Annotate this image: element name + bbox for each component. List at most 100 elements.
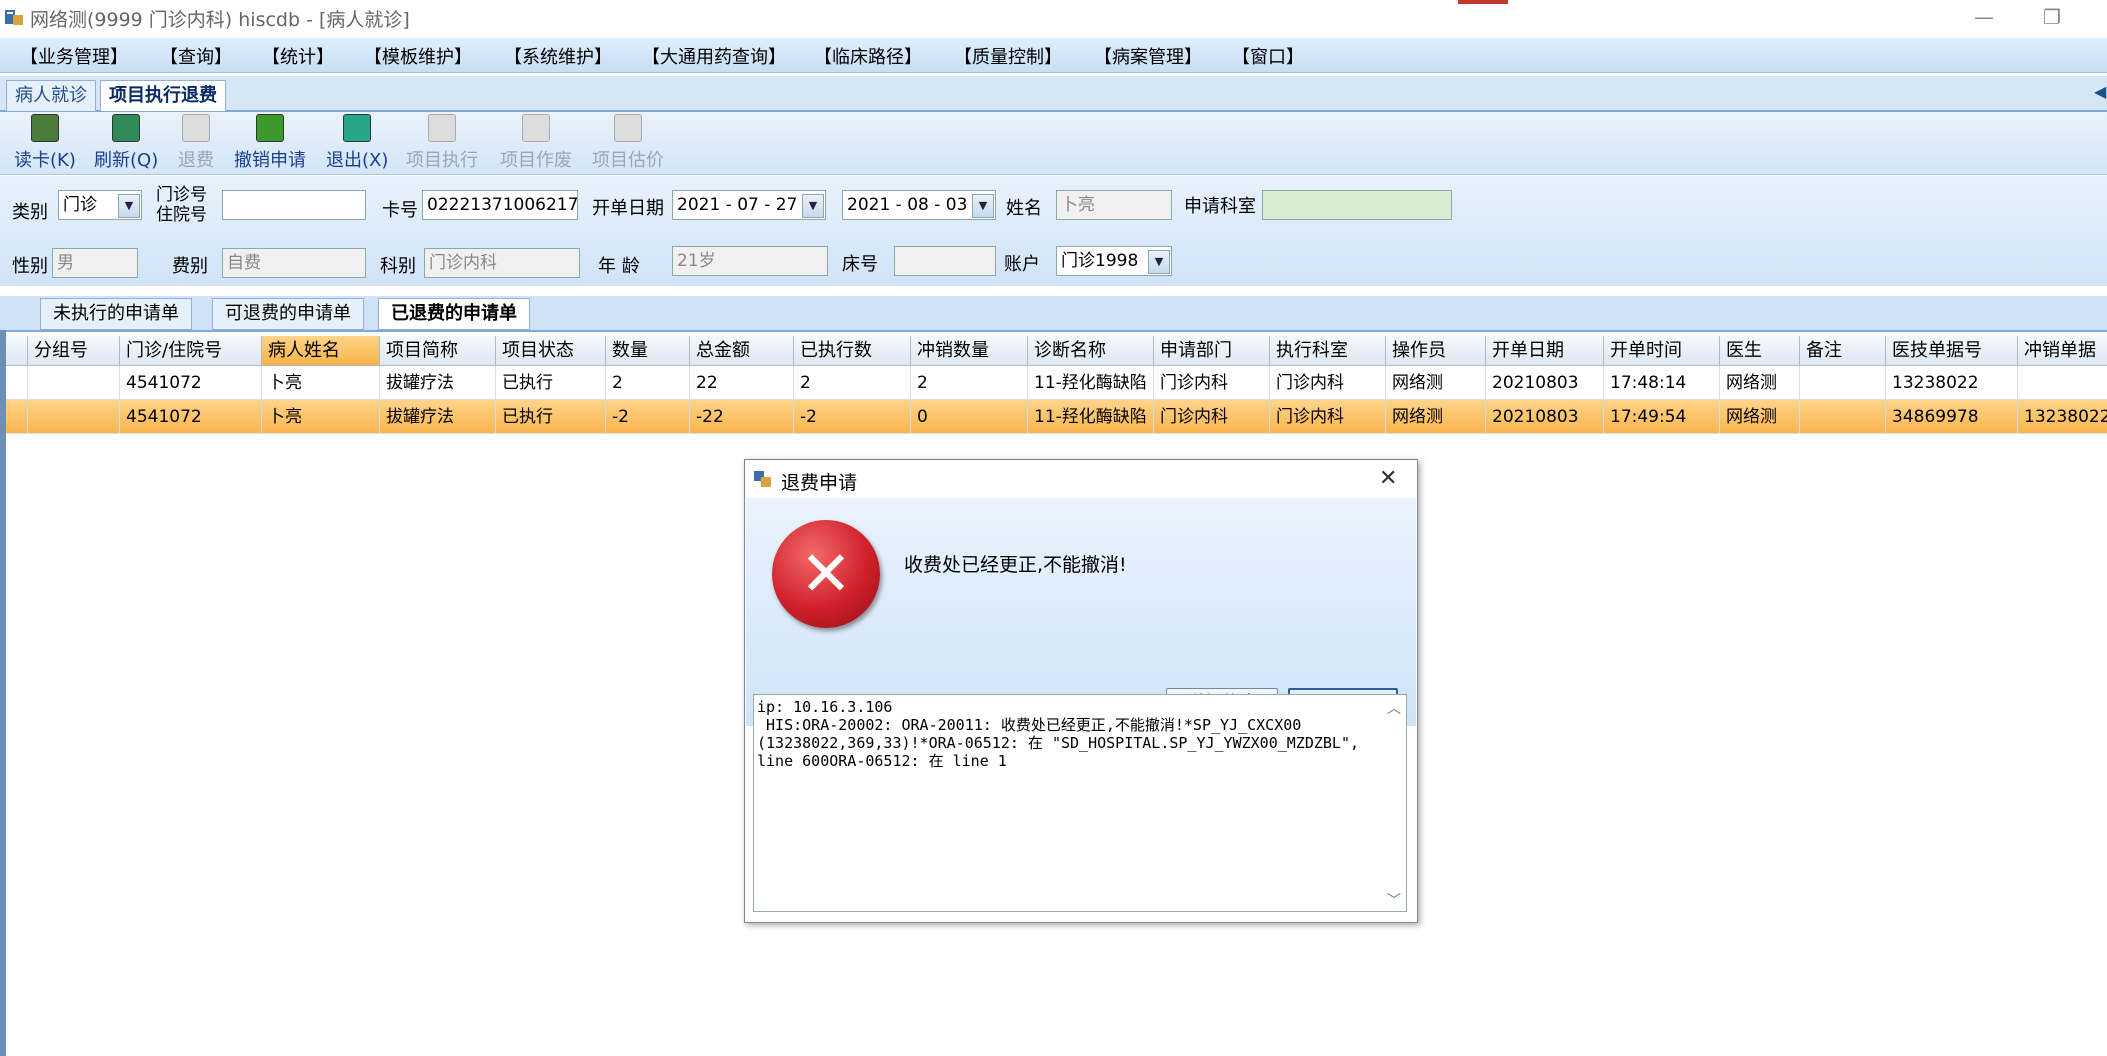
col-header-total-amount[interactable]: 总金额 xyxy=(690,336,794,366)
cell-patient-name[interactable]: 卜亮 xyxy=(262,366,380,400)
col-header-reversal-bill-no[interactable]: 冲销单据 xyxy=(2018,336,2107,366)
row-header[interactable] xyxy=(6,400,28,434)
chevron-down-icon[interactable]: ▼ xyxy=(1148,250,1170,274)
minimize-button[interactable]: — xyxy=(1964,2,2004,32)
tab-patient-visit[interactable]: 病人就诊 xyxy=(6,80,96,111)
tab-scroll-left-icon[interactable]: ◀ xyxy=(2094,82,2106,101)
cell-operator[interactable]: 网络测 xyxy=(1386,366,1486,400)
cell-total-amount[interactable]: 22 xyxy=(690,366,794,400)
cell-group-no[interactable] xyxy=(28,366,120,400)
cell-group-no[interactable] xyxy=(28,400,120,434)
execute-item-button[interactable]: 项目执行 xyxy=(406,114,478,172)
table-row[interactable]: 4541072 卜亮 拔罐疗法 已执行 2 22 2 2 11-羟化酶缺陷 门诊内科 门诊内科 网络测… xyxy=(6,366,2107,400)
cell-order-time[interactable]: 17:49:54 xyxy=(1604,400,1720,434)
chevron-down-icon[interactable]: ▼ xyxy=(972,194,994,218)
close-icon[interactable]: ✕ xyxy=(1379,466,1397,491)
col-header-order-date[interactable]: 开单日期 xyxy=(1486,336,1604,366)
col-header-visit-no[interactable]: 门诊/住院号 xyxy=(120,336,262,366)
cell-exec-dept[interactable]: 门诊内科 xyxy=(1270,366,1386,400)
tab-unexecuted-requests[interactable]: 未执行的申请单 xyxy=(40,298,192,330)
col-header-operator[interactable]: 操作员 xyxy=(1386,336,1486,366)
restore-button[interactable]: ❐ xyxy=(2032,2,2072,32)
apply-dept-input[interactable] xyxy=(1262,190,1452,220)
cell-remark[interactable] xyxy=(1800,400,1886,434)
cell-medtech-bill-no[interactable]: 34869978 xyxy=(1886,400,2018,434)
cell-quantity[interactable]: 2 xyxy=(606,366,690,400)
col-header-patient-name[interactable]: 病人姓名 xyxy=(262,336,380,366)
col-header-executed-count[interactable]: 已执行数 xyxy=(794,336,911,366)
col-header-doctor[interactable]: 医生 xyxy=(1720,336,1800,366)
tab-refundable-requests[interactable]: 可退费的申请单 xyxy=(212,298,364,330)
cell-visit-no[interactable]: 4541072 xyxy=(120,366,262,400)
cell-visit-no[interactable]: 4541072 xyxy=(120,400,262,434)
cell-order-date[interactable]: 20210803 xyxy=(1486,366,1604,400)
row-header[interactable] xyxy=(6,366,28,400)
revoke-request-button[interactable]: 撤销申请 xyxy=(234,114,306,172)
cell-reversal-count[interactable]: 0 xyxy=(911,400,1028,434)
estimate-item-button[interactable]: 项目估价 xyxy=(592,114,664,172)
menu-business[interactable]: 【业务管理】 xyxy=(20,43,128,69)
cell-executed-count[interactable]: 2 xyxy=(794,366,911,400)
date-to-picker[interactable]: 2021 - 08 - 03 ▼ xyxy=(842,190,996,220)
menu-query[interactable]: 【查询】 xyxy=(160,43,232,69)
exit-button[interactable]: 退出(X) xyxy=(326,114,388,172)
menu-drug-query[interactable]: 【大通用药查询】 xyxy=(642,43,786,69)
cell-reversal-bill-no[interactable] xyxy=(2018,366,2107,400)
cell-executed-count[interactable]: -2 xyxy=(794,400,911,434)
cell-operator[interactable]: 网络测 xyxy=(1386,400,1486,434)
cell-remark[interactable] xyxy=(1800,366,1886,400)
refund-button[interactable]: 退费 xyxy=(178,114,214,172)
menu-statistics[interactable]: 【统计】 xyxy=(262,43,334,69)
col-header-quantity[interactable]: 数量 xyxy=(606,336,690,366)
menu-window[interactable]: 【窗口】 xyxy=(1232,43,1304,69)
cell-order-time[interactable]: 17:48:14 xyxy=(1604,366,1720,400)
void-item-button[interactable]: 项目作废 xyxy=(500,114,572,172)
scroll-down-icon[interactable]: ﹀ xyxy=(1387,890,1401,910)
read-card-button[interactable]: 读卡(K) xyxy=(14,114,76,172)
cell-doctor[interactable]: 网络测 xyxy=(1720,366,1800,400)
table-row[interactable]: 4541072 卜亮 拔罐疗法 已执行 -2 -22 -2 0 11-羟化酶缺陷 门诊内科 门诊内科… xyxy=(6,400,2107,434)
chevron-down-icon[interactable]: ▼ xyxy=(118,194,140,218)
chevron-down-icon[interactable]: ▼ xyxy=(802,194,824,218)
outpatient-no-input[interactable] xyxy=(222,190,366,220)
cell-item-status[interactable]: 已执行 xyxy=(496,366,606,400)
cell-diagnosis[interactable]: 11-羟化酶缺陷 xyxy=(1028,366,1154,400)
col-header-remark[interactable]: 备注 xyxy=(1800,336,1886,366)
cell-patient-name[interactable]: 卜亮 xyxy=(262,400,380,434)
col-header-diagnosis[interactable]: 诊断名称 xyxy=(1028,336,1154,366)
account-select[interactable]: 门诊1998 ▼ xyxy=(1056,246,1172,276)
cell-reversal-bill-no[interactable]: 13238022 xyxy=(2018,400,2107,434)
cell-reversal-count[interactable]: 2 xyxy=(911,366,1028,400)
col-header-group-no[interactable]: 分组号 xyxy=(28,336,120,366)
col-header-order-time[interactable]: 开单时间 xyxy=(1604,336,1720,366)
col-header-apply-dept[interactable]: 申请部门 xyxy=(1154,336,1270,366)
menu-template[interactable]: 【模板维护】 xyxy=(364,43,472,69)
cell-apply-dept[interactable]: 门诊内科 xyxy=(1154,400,1270,434)
menu-clinical-path[interactable]: 【临床路径】 xyxy=(814,43,922,69)
date-from-picker[interactable]: 2021 - 07 - 27 ▼ xyxy=(672,190,826,220)
col-header-medtech-bill-no[interactable]: 医技单据号 xyxy=(1886,336,2018,366)
cell-item-short-name[interactable]: 拔罐疗法 xyxy=(380,366,496,400)
col-header-item-status[interactable]: 项目状态 xyxy=(496,336,606,366)
cell-order-date[interactable]: 20210803 xyxy=(1486,400,1604,434)
cell-item-status[interactable]: 已执行 xyxy=(496,400,606,434)
tab-refunded-requests[interactable]: 已退费的申请单 xyxy=(378,298,530,330)
cell-total-amount[interactable]: -22 xyxy=(690,400,794,434)
cell-apply-dept[interactable]: 门诊内科 xyxy=(1154,366,1270,400)
grid-corner[interactable] xyxy=(6,336,28,366)
col-header-exec-dept[interactable]: 执行科室 xyxy=(1270,336,1386,366)
cell-item-short-name[interactable]: 拔罐疗法 xyxy=(380,400,496,434)
scroll-up-icon[interactable]: ︿ xyxy=(1387,698,1401,718)
cell-quantity[interactable]: -2 xyxy=(606,400,690,434)
cell-medtech-bill-no[interactable]: 13238022 xyxy=(1886,366,2018,400)
cell-diagnosis[interactable]: 11-羟化酶缺陷 xyxy=(1028,400,1154,434)
tab-item-refund[interactable]: 项目执行退费 xyxy=(100,80,226,111)
cell-doctor[interactable]: 网络测 xyxy=(1720,400,1800,434)
category-select[interactable]: 门诊 ▼ xyxy=(58,190,142,220)
menu-records[interactable]: 【病案管理】 xyxy=(1094,43,1202,69)
col-header-reversal-count[interactable]: 冲销数量 xyxy=(911,336,1028,366)
card-no-input[interactable]: 0222137100621734 xyxy=(422,190,578,220)
col-header-item-short-name[interactable]: 项目简称 xyxy=(380,336,496,366)
menu-system[interactable]: 【系统维护】 xyxy=(504,43,612,69)
cell-exec-dept[interactable]: 门诊内科 xyxy=(1270,400,1386,434)
